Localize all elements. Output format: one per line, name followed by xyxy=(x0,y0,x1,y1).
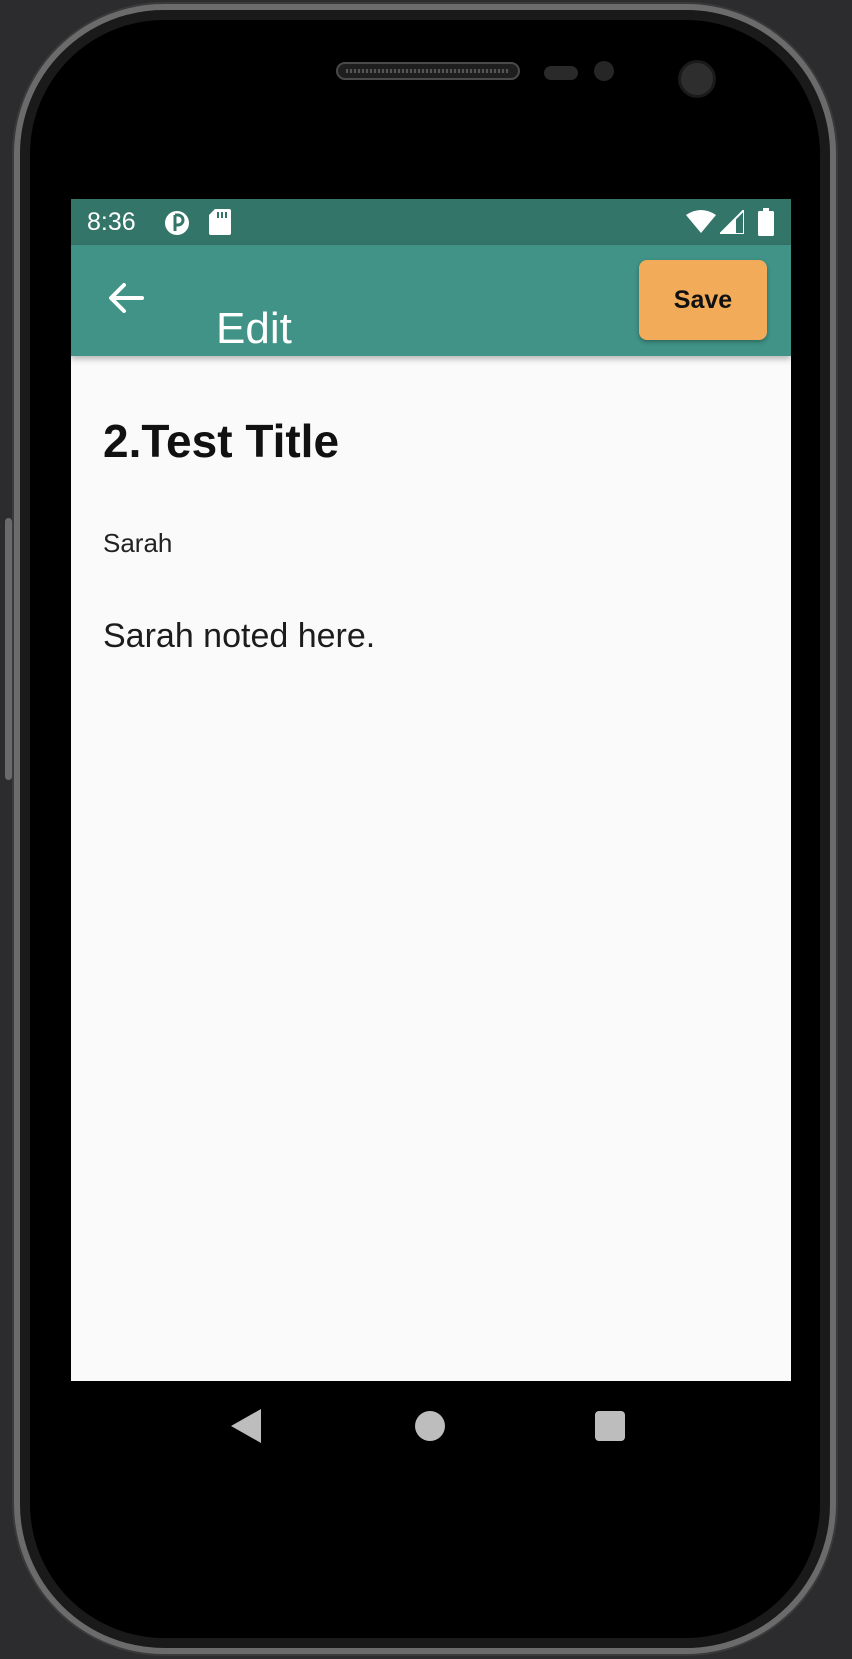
cellular-signal-icon xyxy=(717,207,745,239)
note-author[interactable]: Sarah xyxy=(103,528,172,559)
phone-side-button xyxy=(5,518,12,780)
page-title: Edit xyxy=(216,304,292,354)
back-button[interactable] xyxy=(101,275,151,325)
back-triangle-icon[interactable] xyxy=(231,1409,261,1443)
vpn-key-icon xyxy=(163,209,191,242)
front-camera xyxy=(678,60,716,98)
arrow-back-icon xyxy=(108,282,144,319)
status-time: 8:36 xyxy=(87,208,136,236)
navigation-bar xyxy=(71,1381,791,1477)
status-bar: 8:36 xyxy=(71,199,791,245)
save-button[interactable]: Save xyxy=(639,260,767,340)
battery-icon xyxy=(758,208,774,241)
recents-square-icon[interactable] xyxy=(595,1411,625,1441)
note-title[interactable]: 2.Test Title xyxy=(103,414,339,468)
sd-card-icon xyxy=(209,209,231,240)
app-bar: Edit Save xyxy=(71,245,791,356)
home-circle-icon[interactable] xyxy=(415,1411,445,1441)
wifi-icon xyxy=(686,210,716,239)
device-screen: 8:36 Edit Save 2.Test Title Sarah Sarah … xyxy=(71,199,791,1477)
light-sensor xyxy=(594,61,614,81)
note-body[interactable]: Sarah noted here. xyxy=(103,617,375,656)
proximity-sensor xyxy=(544,66,578,80)
earpiece-speaker xyxy=(336,62,520,80)
